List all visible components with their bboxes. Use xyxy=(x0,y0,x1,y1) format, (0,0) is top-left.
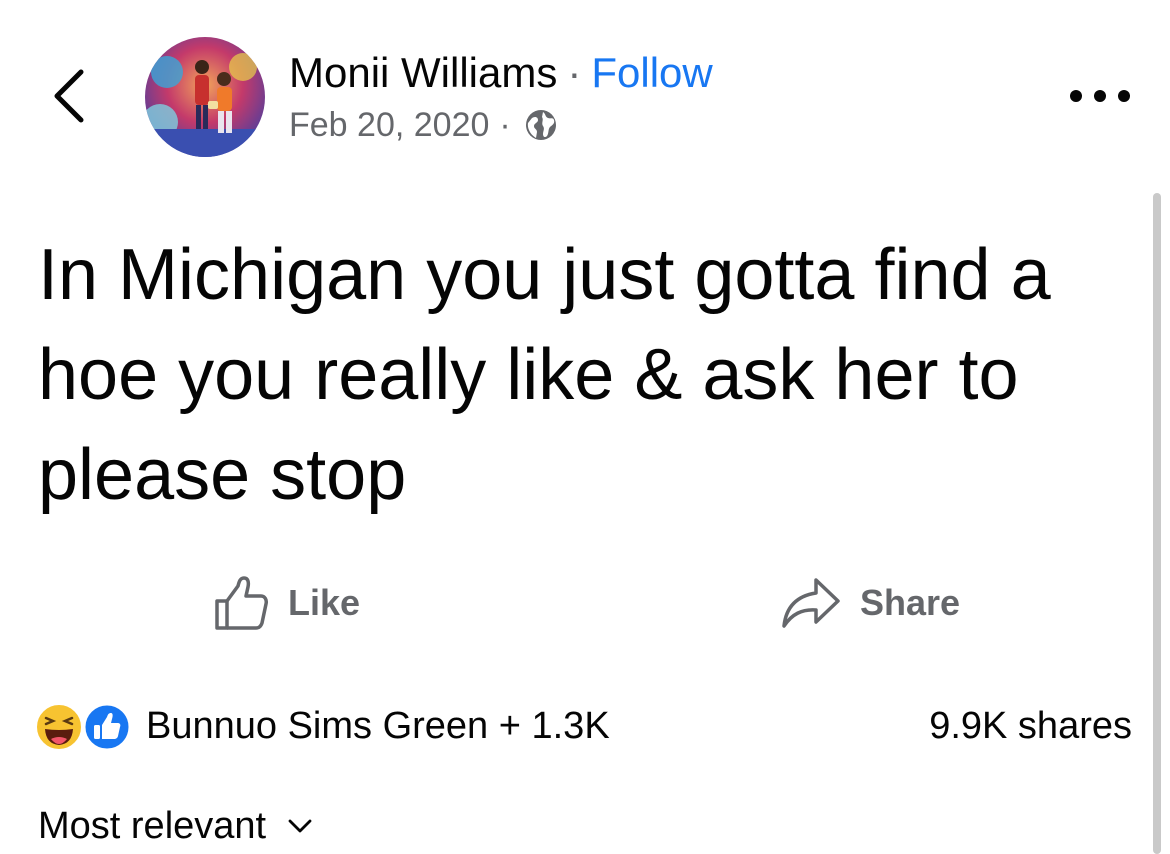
post-text: In Michigan you just gotta find a hoe yo… xyxy=(38,235,1051,515)
follow-button[interactable]: Follow xyxy=(591,48,712,98)
post-date[interactable]: Feb 20, 2020 xyxy=(289,104,489,146)
comment-sort-dropdown[interactable]: Most relevant xyxy=(38,802,312,850)
share-button[interactable]: Share xyxy=(780,574,960,632)
more-options-button[interactable] xyxy=(1062,78,1138,114)
share-arrow-icon xyxy=(782,578,840,628)
chevron-down-icon xyxy=(288,819,312,833)
reactions-summary[interactable]: Bunnuo Sims Green + 1.3K xyxy=(34,702,610,752)
back-button[interactable] xyxy=(44,66,92,126)
author-name[interactable]: Monii Williams xyxy=(289,48,557,98)
haha-reaction-icon xyxy=(35,703,83,751)
like-reaction-icon xyxy=(82,702,132,752)
scrollbar[interactable] xyxy=(1153,193,1161,854)
thumbs-up-icon xyxy=(215,576,268,630)
avatar-photo xyxy=(145,37,265,157)
like-button[interactable]: Like xyxy=(212,574,360,632)
separator-dot: · xyxy=(499,106,511,144)
sort-label: Most relevant xyxy=(38,805,267,847)
reactors-summary-text: Bunnuo Sims Green + 1.3K xyxy=(146,705,610,747)
like-label: Like xyxy=(288,582,361,623)
ellipsis-icon xyxy=(1070,90,1130,102)
author-line: Monii Williams · Follow xyxy=(289,48,713,98)
chevron-left-icon xyxy=(54,69,84,123)
avatar[interactable] xyxy=(145,37,265,157)
globe-icon xyxy=(523,107,559,143)
shares-count[interactable]: 9.9K shares xyxy=(929,702,1132,750)
share-label: Share xyxy=(860,582,961,623)
post-meta: Feb 20, 2020 · xyxy=(289,104,559,146)
separator-dot: · xyxy=(567,49,582,96)
